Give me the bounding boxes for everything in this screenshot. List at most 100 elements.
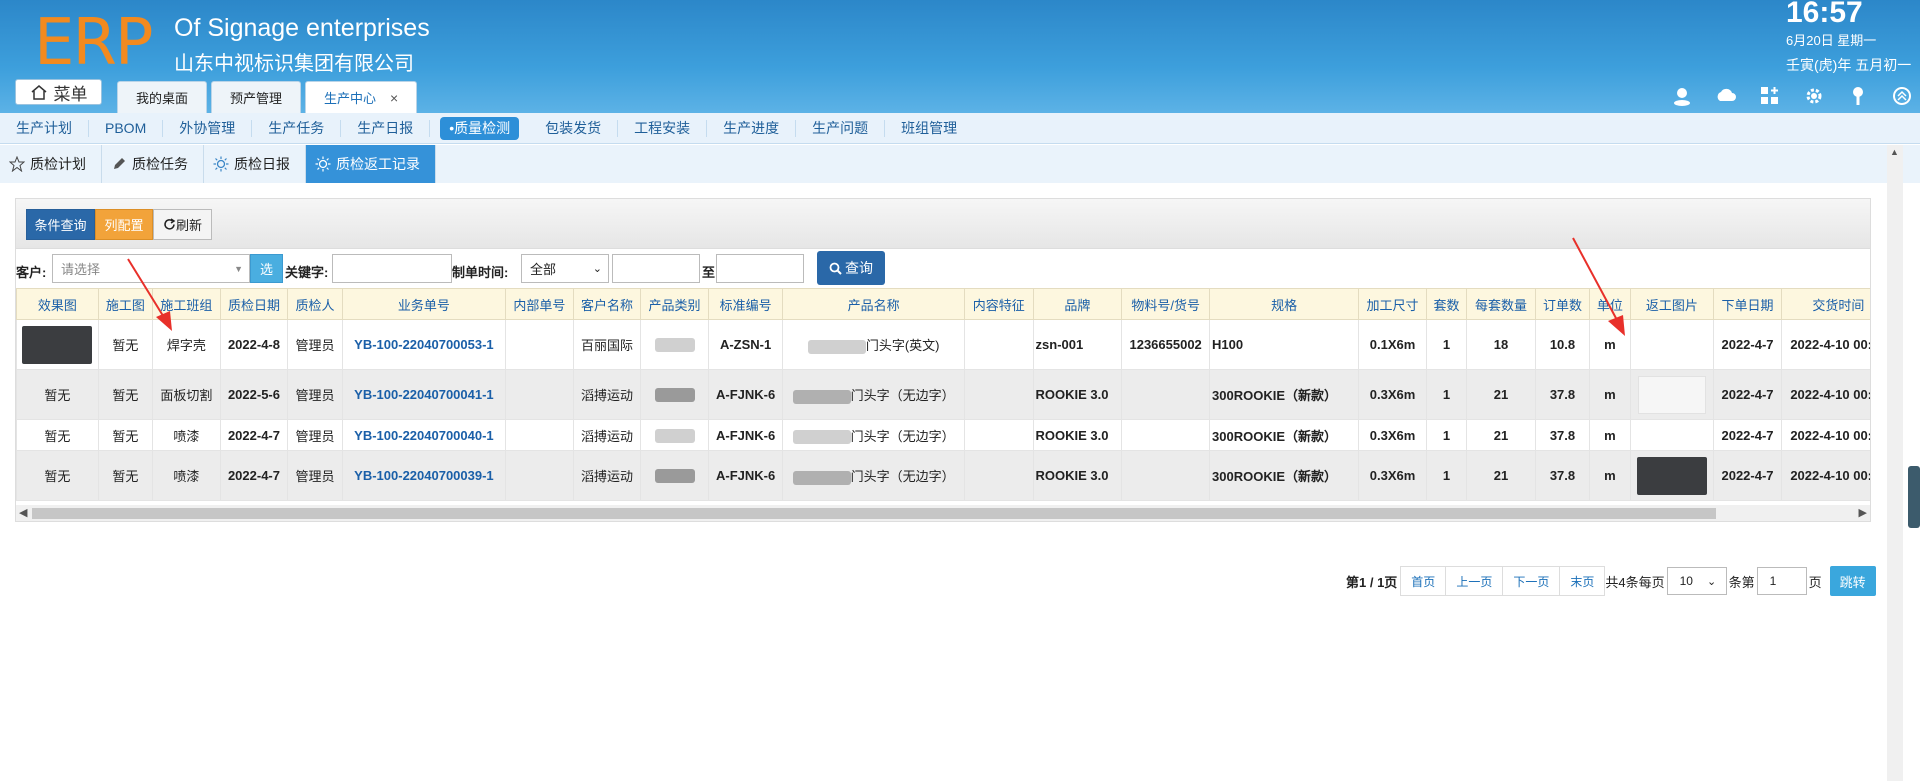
end-date-input[interactable] [716,254,804,283]
scroll-left-icon[interactable]: ◀ [19,506,27,519]
nav-item-pbom[interactable]: PBOM [89,119,164,137]
column-header[interactable]: 单位 [1589,288,1631,320]
time-range-select[interactable]: 全部 ⌄ [521,254,609,283]
column-header[interactable]: 每套数量 [1466,288,1536,320]
start-date-input[interactable] [612,254,700,283]
nav-item-install[interactable]: 工程安装 [618,119,708,137]
brand-cell: ROOKIE 3.0 [1032,369,1123,420]
key-icon[interactable] [1846,84,1870,108]
menu-button[interactable]: 菜单 [15,79,102,105]
rework-image-cell[interactable] [1629,369,1715,420]
horizontal-scrollbar[interactable]: ◀ ▶ [16,505,1870,521]
tab-bar: 我的桌面 预产管理 生产中心 × [117,81,418,113]
scroll-up-icon[interactable]: ▲ [1890,147,1899,157]
side-scroll-handle[interactable] [1908,466,1920,528]
nav-item-daily[interactable]: 生产日报 [341,119,431,137]
column-header[interactable]: 交货时间 [1780,288,1870,320]
scroll-right-icon[interactable]: ▶ [1859,506,1867,519]
nav-item-task[interactable]: 生产任务 [252,119,342,137]
nav-item-outsource[interactable]: 外协管理 [163,119,253,137]
column-header[interactable]: 订单数 [1534,288,1591,320]
column-header[interactable]: 物料号/货号 [1121,288,1211,320]
collapse-icon[interactable] [1890,84,1914,108]
customer-cell: 滔搏运动 [572,369,642,420]
redacted-text [792,470,851,485]
nav-item-progress[interactable]: 生产进度 [707,119,797,137]
column-header[interactable]: 品牌 [1032,288,1123,320]
scroll-thumb[interactable] [32,508,1716,519]
column-header[interactable]: 规格 [1209,288,1360,320]
column-header[interactable]: 下单日期 [1713,288,1782,320]
jump-button[interactable]: 跳转 [1829,566,1876,596]
tab-production-center[interactable]: 生产中心 × [305,81,418,113]
table-row[interactable]: 暂无 暂无 喷漆 2022-4-7 管理员 YB-100-22040700040… [16,419,1870,451]
column-header[interactable]: 施工班组 [152,288,221,320]
column-header[interactable]: 业务单号 [341,288,507,320]
column-header[interactable]: 施工图 [97,288,154,320]
column-header[interactable]: 质检日期 [219,288,289,320]
tab-preproduction[interactable]: 预产管理 [211,81,302,113]
subnav-qc-daily[interactable]: 质检日报 [204,145,306,183]
tab-close-icon[interactable]: × [390,90,398,106]
refresh-button[interactable]: 刷新 [153,209,212,240]
column-header[interactable]: 效果图 [16,288,99,320]
table-row[interactable]: 暂无 暂无 喷漆 2022-4-7 管理员 YB-100-22040700039… [16,450,1870,501]
tab-desktop[interactable]: 我的桌面 [117,81,208,113]
size-cell: 0.3X6m [1358,419,1427,451]
chevron-down-icon: ▼ [234,263,243,274]
cloud-icon[interactable] [1714,84,1738,108]
vertical-scrollbar[interactable]: ▲ [1887,145,1903,781]
nav-item-plan[interactable]: 生产计划 [0,119,89,137]
user-icon[interactable] [1670,84,1694,108]
table-row[interactable]: 暂无 焊字壳 2022-4-8 管理员 YB-100-22040700053-1… [16,319,1870,370]
column-header[interactable]: 套数 [1425,288,1468,320]
column-header[interactable]: 产品类别 [640,288,709,320]
first-page-button[interactable]: 首页 [1400,566,1447,596]
keyword-input[interactable] [332,254,452,283]
column-header[interactable]: 返工图片 [1629,288,1715,320]
order-no-link[interactable]: YB-100-22040700041-1 [341,369,507,420]
material-cell [1121,369,1211,420]
order-no-link[interactable]: YB-100-22040700039-1 [341,450,507,501]
column-config-button[interactable]: 列配置 [95,209,153,240]
rework-image-cell [1629,319,1715,370]
column-header[interactable]: 加工尺寸 [1358,288,1427,320]
column-header[interactable]: 客户名称 [572,288,642,320]
effect-thumbnail[interactable] [22,325,93,364]
customer-select[interactable]: 请选择 ▼ [52,254,250,283]
gear-icon[interactable] [1802,84,1826,108]
column-header[interactable]: 产品名称 [782,288,965,320]
redacted-text [807,339,866,354]
page-size-select[interactable]: 10 ⌄ [1666,567,1727,595]
prev-page-button[interactable]: 上一页 [1445,566,1504,596]
nav-item-shipping[interactable]: 包装发货 [529,119,619,137]
order-no-link[interactable]: YB-100-22040700040-1 [341,419,507,451]
column-header[interactable]: 标准编号 [707,288,784,320]
nav-item-team[interactable]: 班组管理 [885,120,973,137]
nav-item-issues[interactable]: 生产问题 [796,119,886,137]
column-header[interactable]: 内容特征 [963,288,1034,320]
select-customer-button[interactable]: 选 [250,254,283,283]
rework-image-cell[interactable] [1629,450,1715,501]
next-page-button[interactable]: 下一页 [1502,566,1561,596]
table-row[interactable]: 暂无 暂无 面板切割 2022-5-6 管理员 YB-100-220407000… [16,369,1870,420]
sets-cell: 1 [1425,319,1468,370]
rework-thumbnail[interactable] [1636,456,1707,495]
delivery-cell: 2022-4-10 00:00 [1780,319,1870,370]
condition-query-button[interactable]: 条件查询 [26,209,95,240]
effect-image-cell[interactable] [16,319,99,370]
query-button[interactable]: 查询 [817,251,885,285]
subnav-qc-rework[interactable]: 质检返工记录 [306,145,436,183]
inspector-cell: 管理员 [287,319,343,370]
rework-thumbnail[interactable] [1637,375,1706,414]
grid-add-icon[interactable] [1758,84,1782,108]
column-header[interactable]: 质检人 [287,288,343,320]
page-number-input[interactable]: 1 [1756,567,1807,595]
subnav-qc-plan[interactable]: 质检计划 [0,145,102,183]
subnav-qc-task[interactable]: 质检任务 [102,145,204,183]
order-no-link[interactable]: YB-100-22040700053-1 [341,319,507,370]
nav-item-quality[interactable]: •质量检测 [440,116,520,140]
column-header[interactable]: 内部单号 [505,288,574,320]
per-set-cell: 21 [1466,450,1536,501]
last-page-button[interactable]: 末页 [1559,566,1606,596]
